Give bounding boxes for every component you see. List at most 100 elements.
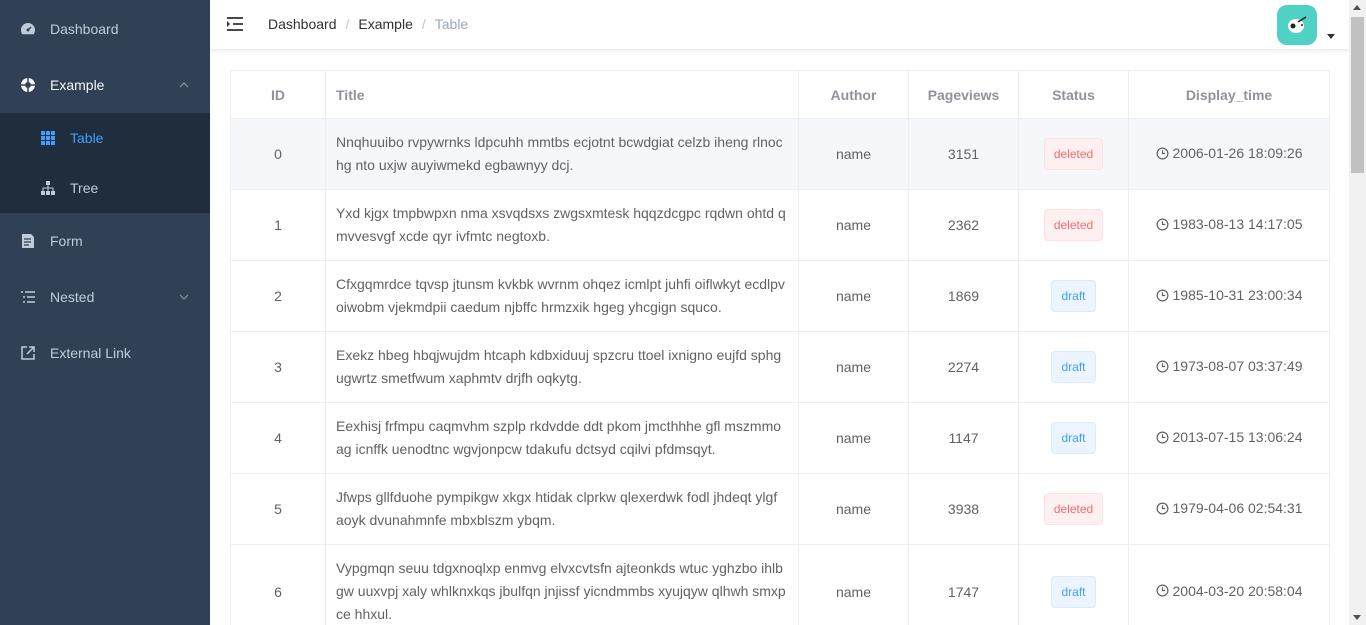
- sidebar-item-label: Tree: [70, 180, 99, 196]
- form-icon: [20, 233, 36, 249]
- header-pageviews: Pageviews: [908, 70, 1019, 119]
- breadcrumb-table: Table: [434, 16, 469, 32]
- cell-pageviews: 3938: [908, 473, 1019, 545]
- clock-icon: [1156, 218, 1168, 231]
- sidebar-item-tree[interactable]: Tree: [0, 163, 210, 213]
- cell-display-time: 2013-07-15 13:06:24: [1128, 402, 1330, 474]
- cell-status: deleted: [1018, 189, 1129, 261]
- cell-pageviews: 1747: [908, 544, 1019, 625]
- cell-status: draft: [1018, 331, 1129, 403]
- scroll-thumb[interactable]: [1351, 17, 1364, 173]
- cell-author: name: [798, 544, 909, 625]
- breadcrumb-separator: /: [345, 16, 350, 32]
- cell-title: Vypgmqn seuu tdgxnoqlxp enmvg elvxcvtsfn…: [325, 544, 799, 625]
- user-menu[interactable]: [1277, 5, 1335, 45]
- breadcrumb-example[interactable]: Example: [358, 16, 412, 32]
- sidebar-item-label: Example: [50, 77, 105, 93]
- cell-id: 1: [230, 189, 326, 261]
- breadcrumb-dashboard[interactable]: Dashboard: [268, 16, 337, 32]
- table-row[interactable]: 4 Eexhisj frfmpu caqmvhm szplp rkdvdde dd…: [230, 402, 1330, 474]
- sidebar-item-form[interactable]: Form: [0, 213, 210, 269]
- avatar[interactable]: [1277, 5, 1317, 45]
- chevron-down-icon: [179, 294, 189, 300]
- table-row[interactable]: 6 Vypgmqn seuu tdgxnoqlxp enmvg elvxcvtsf…: [230, 544, 1330, 625]
- sidebar-item-table[interactable]: Table: [0, 113, 210, 163]
- cell-pageviews: 2274: [908, 331, 1019, 403]
- cell-title: Cfxgqmrdce tqvsp jtunsm kvkbk wvrnm ohqe…: [325, 260, 799, 332]
- sidebar-item-nested[interactable]: Nested: [0, 269, 210, 325]
- cell-author: name: [798, 473, 909, 545]
- cell-author: name: [798, 402, 909, 474]
- cell-author: name: [798, 260, 909, 332]
- external-link-icon: [20, 345, 36, 361]
- caret-down-icon: [1327, 34, 1335, 39]
- cell-id: 0: [230, 118, 326, 190]
- cell-status: draft: [1018, 544, 1129, 625]
- display-time-text: 2013-07-15 13:06:24: [1172, 429, 1303, 446]
- cell-author: name: [798, 331, 909, 403]
- status-badge: deleted: [1043, 493, 1104, 525]
- example-submenu: Table Tree: [0, 113, 210, 213]
- main-content: ID Title Author Pageviews Status Display…: [210, 51, 1349, 625]
- cell-author: name: [798, 118, 909, 190]
- sidebar-item-label: Nested: [50, 289, 95, 305]
- cell-id: 6: [230, 544, 326, 625]
- breadcrumb-separator: /: [421, 16, 426, 32]
- status-badge: draft: [1051, 280, 1096, 312]
- table-row[interactable]: 1 Yxd kjgx tmpbwpxn nma xsvqdsxs zwgsxmte…: [230, 189, 1330, 261]
- clock-icon: [1156, 147, 1168, 160]
- sidebar-item-dashboard[interactable]: Dashboard: [0, 0, 210, 57]
- cell-status: draft: [1018, 402, 1129, 474]
- header-display-time: Display_time: [1128, 70, 1330, 119]
- table-row[interactable]: 0 Nnqhuuibo rvpywrnks ldpcuhh mmtbs ecjot…: [230, 118, 1330, 190]
- cell-status: draft: [1018, 260, 1129, 332]
- cell-pageviews: 1147: [908, 402, 1019, 474]
- status-badge: draft: [1051, 422, 1096, 454]
- display-time-text: 2006-01-26 18:09:26: [1172, 145, 1303, 162]
- cell-display-time: 1983-08-13 14:17:05: [1128, 189, 1330, 261]
- navbar: Dashboard / Example / Table: [210, 0, 1349, 50]
- sidebar-item-label: External Link: [50, 345, 131, 361]
- example-icon: [20, 77, 36, 93]
- table-row[interactable]: 3 Exekz hbeg hbqjwujdm htcaph kdbxiduuj s…: [230, 331, 1330, 403]
- breadcrumb: Dashboard / Example / Table: [268, 16, 468, 32]
- table-row[interactable]: 5 Jfwps gllfduohe pympikgw xkgx htidak cl…: [230, 473, 1330, 545]
- clock-icon: [1156, 360, 1168, 373]
- display-time-text: 1973-08-07 03:37:49: [1172, 358, 1303, 375]
- cell-display-time: 1973-08-07 03:37:49: [1128, 331, 1330, 403]
- display-time-text: 2004-03-20 20:58:04: [1172, 582, 1303, 599]
- tree-icon: [40, 180, 56, 196]
- cell-display-time: 1979-04-06 02:54:31: [1128, 473, 1330, 545]
- cell-title: Yxd kjgx tmpbwpxn nma xsvqdsxs zwgsxmtes…: [325, 189, 799, 261]
- cell-pageviews: 3151: [908, 118, 1019, 190]
- cell-title: Jfwps gllfduohe pympikgw xkgx htidak clp…: [325, 473, 799, 545]
- clock-icon: [1156, 584, 1168, 597]
- page-scrollbar[interactable]: [1349, 0, 1366, 625]
- sidebar-item-example[interactable]: Example: [0, 57, 210, 113]
- cell-display-time: 1985-10-31 23:00:34: [1128, 260, 1330, 332]
- cell-display-time: 2006-01-26 18:09:26: [1128, 118, 1330, 190]
- status-badge: deleted: [1043, 209, 1104, 241]
- status-badge: deleted: [1043, 138, 1104, 170]
- status-badge: draft: [1051, 575, 1096, 608]
- hamburger-icon[interactable]: [226, 15, 246, 35]
- sidebar-item-label: Table: [70, 130, 104, 146]
- cell-pageviews: 2362: [908, 189, 1019, 261]
- display-time-text: 1985-10-31 23:00:34: [1172, 287, 1303, 304]
- cell-title: Exekz hbeg hbqjwujdm htcaph kdbxiduuj sp…: [325, 331, 799, 403]
- sidebar-item-external-link[interactable]: External Link: [0, 325, 210, 381]
- scroll-down-arrow-icon[interactable]: [1353, 615, 1361, 620]
- sidebar-item-label: Form: [50, 233, 83, 249]
- dashboard-icon: [20, 21, 36, 37]
- table-row[interactable]: 2 Cfxgqmrdce tqvsp jtunsm kvkbk wvrnm ohq…: [230, 260, 1330, 332]
- clock-icon: [1156, 502, 1168, 515]
- scroll-up-arrow-icon[interactable]: [1353, 5, 1361, 10]
- status-badge: draft: [1051, 351, 1096, 383]
- cell-author: name: [798, 189, 909, 261]
- cell-pageviews: 1869: [908, 260, 1019, 332]
- header-id: ID: [230, 70, 326, 119]
- table-header-row: ID Title Author Pageviews Status Display…: [230, 70, 1330, 119]
- header-author: Author: [798, 70, 909, 119]
- sidebar-item-label: Dashboard: [50, 20, 119, 37]
- table-icon: [40, 130, 56, 146]
